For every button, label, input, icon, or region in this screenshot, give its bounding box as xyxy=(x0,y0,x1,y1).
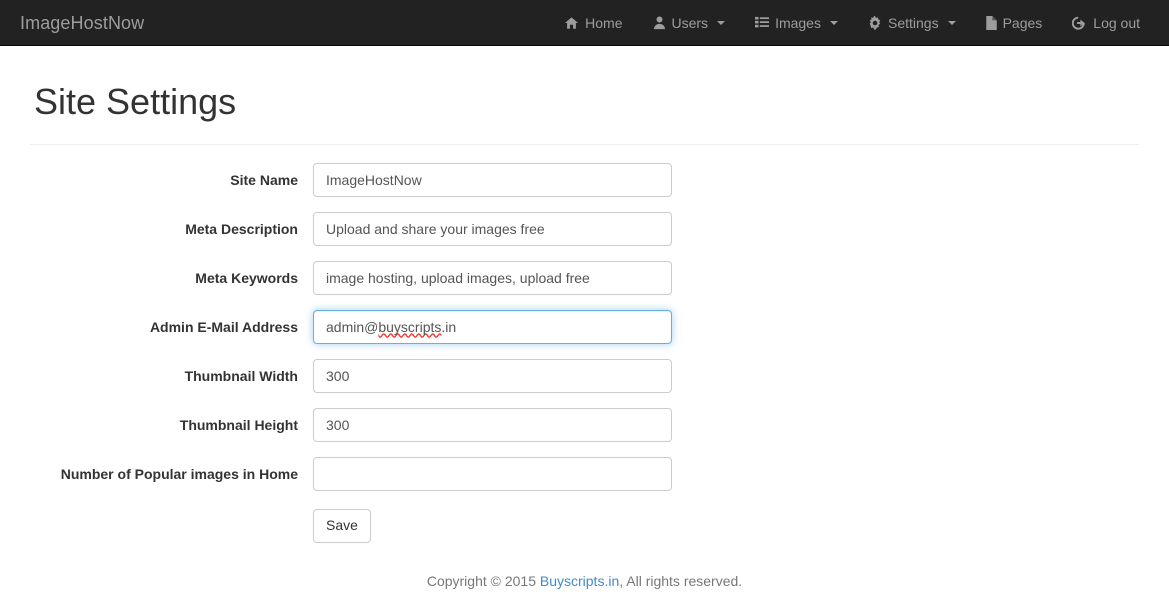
chevron-down-icon xyxy=(717,20,726,25)
label-site-name: Site Name xyxy=(230,171,298,188)
form-row-thumbnail-height: Thumbnail Height xyxy=(30,407,1139,442)
label-admin-email: Admin E-Mail Address xyxy=(149,318,298,335)
site-settings-form: Site Name Meta Description Meta Keywords… xyxy=(30,145,1139,543)
nav-item-images[interactable]: Images xyxy=(740,0,853,45)
sign-out-icon xyxy=(1072,16,1087,30)
nav-item-pages[interactable]: Pages xyxy=(971,0,1058,45)
list-icon xyxy=(755,16,770,30)
form-actions: Save xyxy=(30,508,1139,543)
nav-item-label: Settings xyxy=(887,14,939,31)
navbar-brand[interactable]: ImageHostNow xyxy=(0,0,159,45)
chevron-down-icon xyxy=(829,20,838,25)
user-icon xyxy=(653,16,666,30)
input-popular-images-count[interactable] xyxy=(313,456,672,491)
footer-copyright-suffix: , All rights reserved. xyxy=(619,572,743,589)
label-meta-description: Meta Description xyxy=(185,220,298,237)
form-row-admin-email: Admin E-Mail Address admin@buyscripts.in xyxy=(30,309,1139,344)
label-popular-images-count: Number of Popular images in Home xyxy=(60,465,298,482)
page-title: Site Settings xyxy=(34,81,237,122)
chevron-down-icon xyxy=(947,20,956,25)
page-container: Site Settings Site Name Meta Description… xyxy=(15,46,1154,591)
label-meta-keywords: Meta Keywords xyxy=(195,269,298,286)
form-row-thumbnail-width: Thumbnail Width xyxy=(30,358,1139,393)
nav-item-logout[interactable]: Log out xyxy=(1057,0,1155,45)
form-row-site-name: Site Name xyxy=(30,162,1139,197)
input-thumbnail-width[interactable] xyxy=(313,358,672,393)
save-button[interactable]: Save xyxy=(313,508,371,543)
form-row-meta-description: Meta Description xyxy=(30,211,1139,246)
label-thumbnail-width: Thumbnail Width xyxy=(184,367,298,384)
nav-item-users[interactable]: Users xyxy=(638,0,741,45)
input-admin-email[interactable] xyxy=(313,309,672,344)
nav-item-label: Images xyxy=(775,14,821,31)
input-meta-description[interactable] xyxy=(313,211,672,246)
form-actions-offset xyxy=(30,509,313,543)
label-thumbnail-height: Thumbnail Height xyxy=(179,416,298,433)
nav-item-settings[interactable]: Settings xyxy=(853,0,971,45)
top-navbar: ImageHostNow Home Users Images Settings … xyxy=(0,0,1169,46)
nav-item-label: Pages xyxy=(1002,14,1043,31)
nav-item-label: Log out xyxy=(1093,14,1140,31)
page-header: Site Settings xyxy=(30,46,1139,145)
nav-item-home[interactable]: Home xyxy=(549,0,637,45)
footer-link-buyscripts[interactable]: Buyscripts.in xyxy=(540,573,619,589)
input-thumbnail-height[interactable] xyxy=(313,407,672,442)
nav-item-label: Users xyxy=(671,14,709,31)
home-icon xyxy=(564,16,579,30)
nav-item-label: Home xyxy=(585,14,623,31)
form-row-popular-images-count: Number of Popular images in Home xyxy=(30,456,1139,491)
input-meta-keywords[interactable] xyxy=(313,260,672,295)
input-site-name[interactable] xyxy=(313,162,672,197)
file-icon xyxy=(985,15,997,30)
page-footer: Copyright © 2015 Buyscripts.in, All righ… xyxy=(30,571,1139,591)
form-row-meta-keywords: Meta Keywords xyxy=(30,260,1139,295)
footer-copyright-prefix: Copyright © 2015 xyxy=(426,572,540,589)
gear-icon xyxy=(868,15,882,30)
navbar-menu: Home Users Images Settings Pages Log out xyxy=(549,0,1169,45)
